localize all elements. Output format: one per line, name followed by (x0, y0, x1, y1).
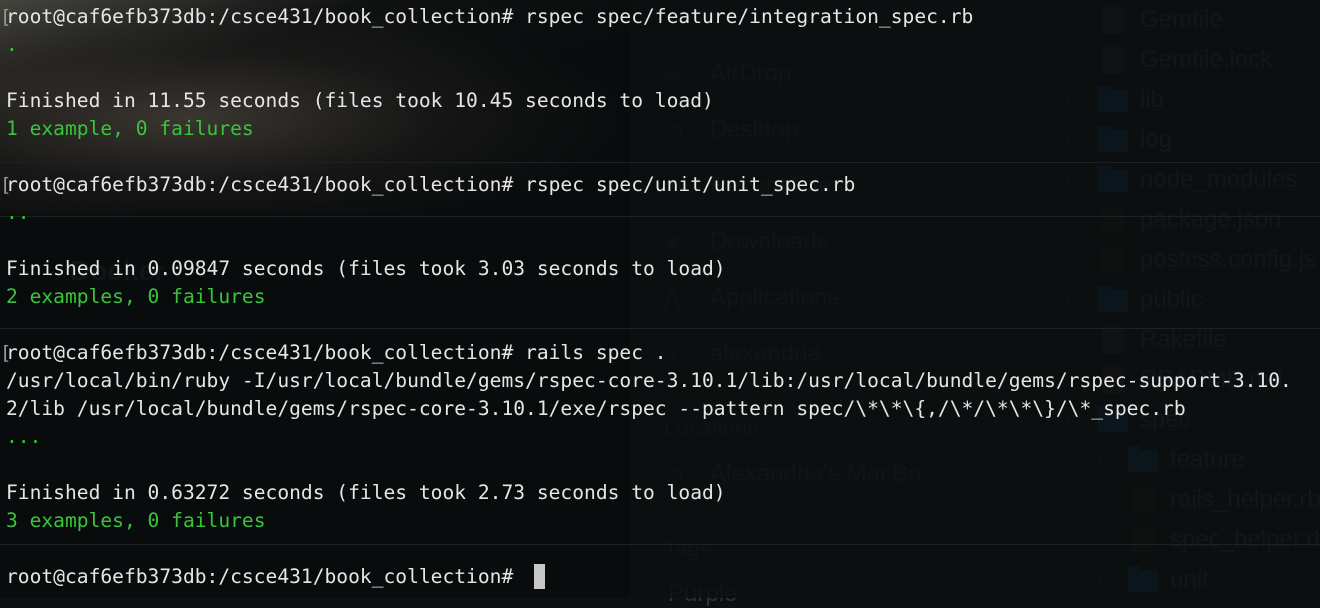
terminal-line: root@caf6efb373db:/csce431/book_collecti… (6, 341, 667, 364)
terminal-line: Finished in 0.63272 seconds (files took … (6, 481, 726, 504)
terminal-prompt-line: root@caf6efb373db:/csce431/book_collecti… (6, 565, 526, 588)
terminal-window[interactable]: [root@caf6efb373db:/csce431/book_collect… (0, 0, 1320, 598)
terminal-divider (0, 216, 1320, 217)
terminal-line: 1 example, 0 failures (6, 117, 254, 140)
terminal-line: 2 examples, 0 failures (6, 285, 266, 308)
terminal-divider (0, 544, 1320, 545)
terminal-line: ... (6, 425, 42, 448)
terminal-line: 3 examples, 0 failures (6, 509, 266, 532)
terminal-divider (0, 162, 1320, 163)
terminal-divider (0, 328, 1320, 329)
terminal-line: Finished in 0.09847 seconds (files took … (6, 257, 726, 280)
terminal-line: 2/lib /usr/local/bundle/gems/rspec-core-… (6, 397, 1186, 420)
terminal-cursor[interactable] (534, 564, 545, 589)
terminal-line: root@caf6efb373db:/csce431/book_collecti… (6, 173, 856, 196)
terminal-line: /usr/local/bin/ruby -I/usr/local/bundle/… (6, 369, 1292, 392)
terminal-line: .. (6, 201, 30, 224)
terminal-line: . (6, 33, 18, 56)
terminal-line: Finished in 11.55 seconds (files took 10… (6, 89, 714, 112)
terminal-line: root@caf6efb373db:/csce431/book_collecti… (6, 5, 974, 28)
